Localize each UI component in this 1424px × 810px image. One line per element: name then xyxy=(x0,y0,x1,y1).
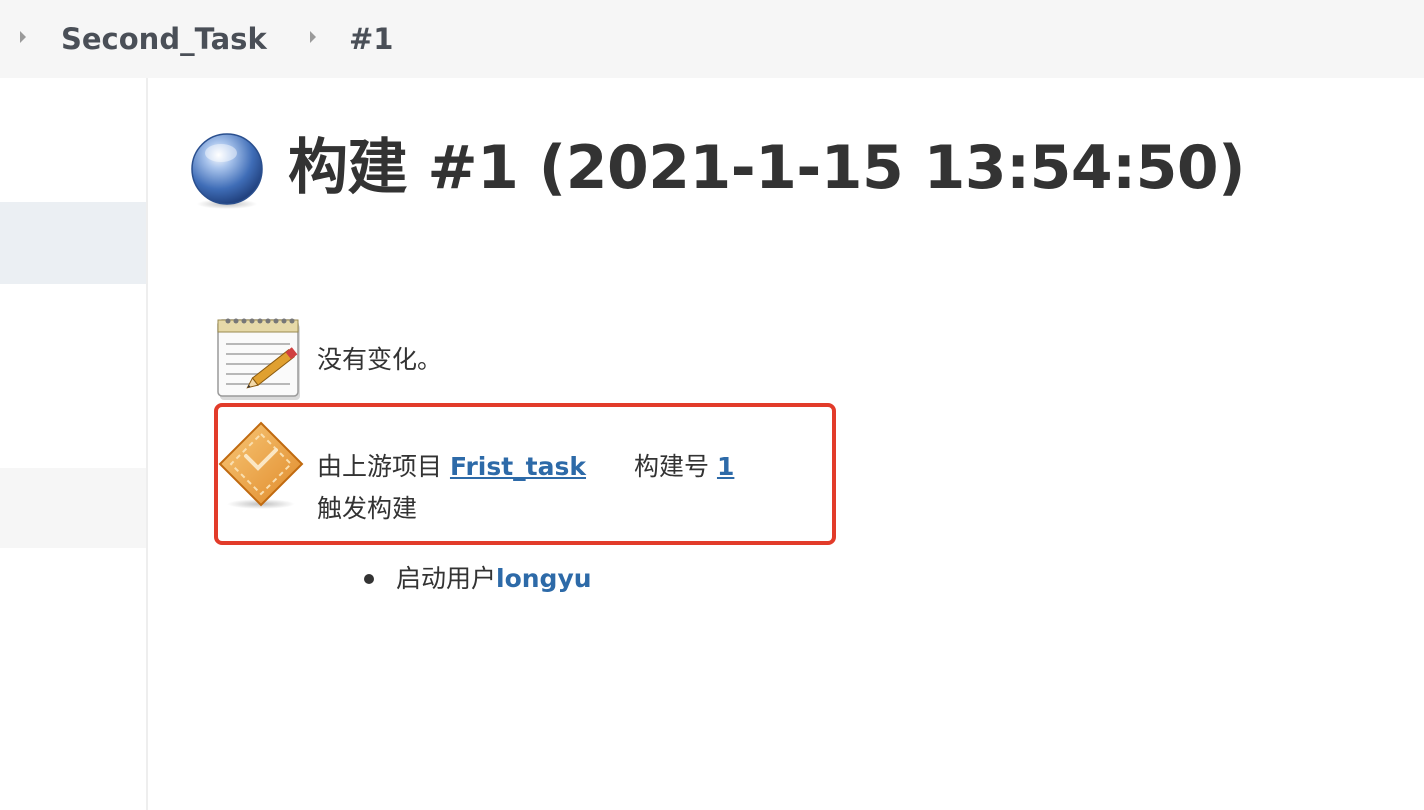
notepad-icon xyxy=(217,318,300,400)
chevron-right-icon xyxy=(310,31,316,43)
upstream-project-link[interactable]: Frist_task xyxy=(450,452,586,481)
upstream-diamond-icon xyxy=(218,421,304,509)
sidebar xyxy=(0,78,148,810)
started-by-item: 启动用户longyu xyxy=(396,562,592,596)
upstream-build-number: 构建号 1 xyxy=(634,450,734,484)
started-by-label: 启动用户 xyxy=(396,564,497,593)
build-number-label: 构建号 xyxy=(634,452,710,481)
list-bullet xyxy=(364,574,374,584)
upstream-cause-text: 由上游项目 Frist_task xyxy=(317,450,586,484)
page-title: 构建 #1 (2021-1-15 13:54:50) xyxy=(288,133,1246,203)
chevron-right-icon xyxy=(20,31,26,43)
sidebar-item-hover[interactable] xyxy=(0,468,146,548)
breadcrumb-item-project[interactable]: Second_Task xyxy=(61,20,267,58)
upstream-prefix-label: 由上游项目 xyxy=(317,452,443,481)
no-changes-text: 没有变化。 xyxy=(317,345,443,374)
breadcrumb-item-build[interactable]: #1 xyxy=(349,20,393,58)
user-link[interactable]: longyu xyxy=(496,564,592,593)
sidebar-item-active[interactable] xyxy=(0,202,146,284)
blue-ball-icon xyxy=(191,133,263,209)
breadcrumb: Second_Task #1 xyxy=(0,0,1424,78)
trigger-build-text: 触发构建 xyxy=(317,494,418,523)
upstream-build-link[interactable]: 1 xyxy=(717,452,734,481)
